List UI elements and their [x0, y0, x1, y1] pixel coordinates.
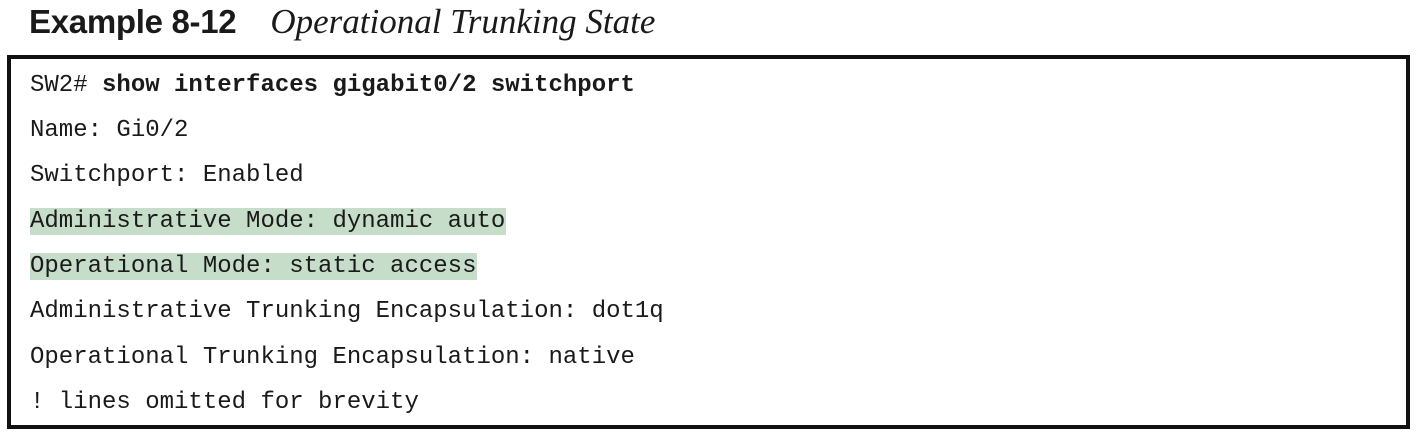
output-line-comment: ! lines omitted for brevity [30, 389, 419, 416]
output-line-operational-mode: Operational Mode: static access [30, 252, 478, 282]
example-number: Example 8-12 [29, 3, 237, 40]
output-line-name: Name: Gi0/2 [30, 117, 189, 144]
highlighted-operational-mode: Operational Mode: static access [30, 253, 478, 280]
example-heading: Example 8-12 Operational Trunking State [29, 0, 655, 44]
code-listing: SW2# show interfaces gigabit0/2 switchpo… [7, 55, 1410, 429]
command-line: SW2# show interfaces gigabit0/2 switchpo… [30, 71, 635, 101]
cli-prompt: SW2# [30, 72, 103, 99]
cli-command: show interfaces gigabit0/2 switchport [102, 72, 635, 99]
output-line-administrative-mode: Administrative Mode: dynamic auto [30, 207, 507, 237]
output-line-switchport: Switchport: Enabled [30, 162, 304, 189]
highlighted-administrative-mode: Administrative Mode: dynamic auto [30, 208, 507, 235]
example-title: Operational Trunking State [270, 2, 656, 41]
output-line-operational-trunking-encapsulation: Operational Trunking Encapsulation: nati… [30, 344, 635, 371]
output-line-admin-trunking-encapsulation: Administrative Trunking Encapsulation: d… [30, 298, 664, 325]
